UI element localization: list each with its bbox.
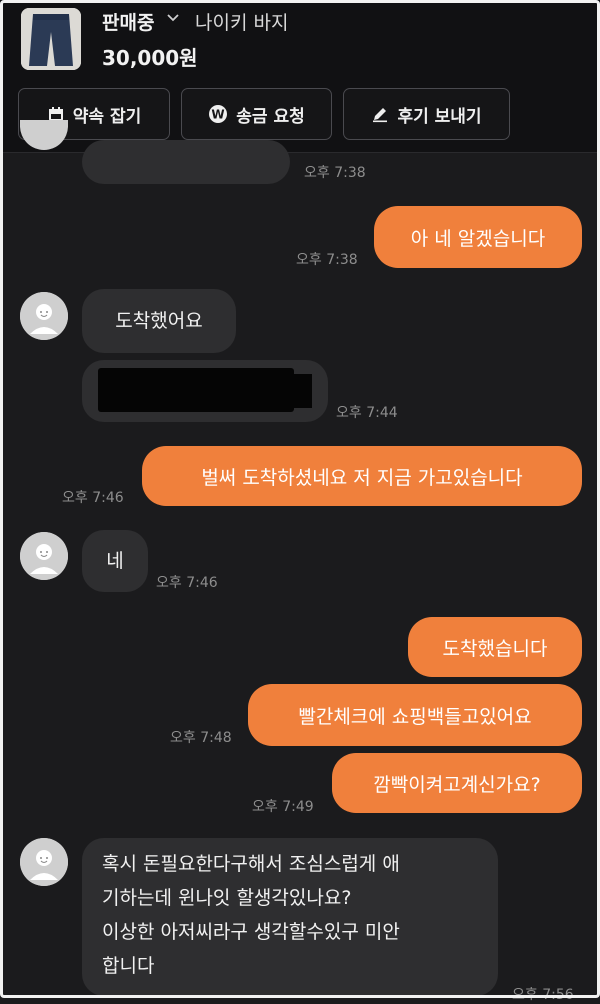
message-time: 오후 7:46 bbox=[156, 575, 218, 591]
message-line: 기하는데 윈나잇 할생각있나요? bbox=[102, 887, 352, 909]
chevron-down-icon[interactable] bbox=[166, 9, 180, 31]
outgoing-message-bubble: 빨간체크에 쇼핑백들고있어요 bbox=[248, 684, 582, 746]
request-payment-button[interactable]: W 송금 요청 bbox=[181, 88, 332, 140]
schedule-button-label: 약속 잡기 bbox=[72, 106, 142, 127]
incoming-message-bubble: 혹시 돈필요한다구해서 조심스럽게 애 기하는데 윈나잇 할생각있나요? 이상한… bbox=[82, 838, 498, 996]
message-time: 오후 7:48 bbox=[170, 730, 232, 746]
sale-status[interactable]: 판매중 bbox=[102, 8, 154, 35]
product-thumbnail[interactable] bbox=[21, 8, 81, 70]
message-line: 합니다 bbox=[102, 955, 155, 977]
avatar[interactable] bbox=[20, 292, 68, 340]
incoming-message-bubble bbox=[82, 140, 290, 184]
outgoing-message-bubble: 아 네 알겠습니다 bbox=[374, 206, 582, 268]
product-price: 30,000원 bbox=[102, 46, 198, 70]
pencil-icon bbox=[371, 105, 389, 123]
default-avatar-icon bbox=[20, 292, 68, 340]
avatar[interactable] bbox=[20, 532, 68, 580]
incoming-message-bubble: 네 bbox=[82, 530, 148, 592]
svg-text:W: W bbox=[212, 108, 225, 122]
send-review-label: 후기 보내기 bbox=[397, 106, 482, 127]
default-avatar-icon bbox=[20, 532, 68, 580]
message-time: 오후 7:44 bbox=[336, 405, 398, 421]
pants-image bbox=[21, 8, 81, 70]
avatar[interactable] bbox=[20, 838, 68, 886]
outgoing-message-bubble: 깜빡이켜고계신가요? bbox=[332, 753, 582, 813]
outgoing-message-bubble: 벌써 도착하셨네요 저 지금 가고있습니다 bbox=[142, 446, 582, 506]
chat-header: 판매중 나이키 바지 30,000원 약속 잡기 W 송금 요청 후기 보내기 bbox=[0, 0, 600, 153]
incoming-message-bubble bbox=[82, 360, 328, 422]
message-time: 오후 7:46 bbox=[62, 490, 124, 506]
message-time: 오후 7:38 bbox=[296, 252, 358, 268]
message-time: 오후 7:38 bbox=[304, 165, 366, 181]
send-review-button[interactable]: 후기 보내기 bbox=[343, 88, 510, 140]
redaction-mark bbox=[288, 374, 312, 408]
request-payment-label: 송금 요청 bbox=[236, 106, 305, 127]
message-line: 이상한 아저씨라구 생각할수있구 미안 bbox=[102, 921, 400, 943]
message-line: 혹시 돈필요한다구해서 조심스럽게 애 bbox=[102, 853, 400, 875]
message-time: 오후 7:56 bbox=[512, 987, 574, 1003]
redaction-mark bbox=[98, 368, 294, 412]
outgoing-message-bubble: 도착했습니다 bbox=[408, 617, 582, 677]
incoming-message-bubble: 도착했어요 bbox=[82, 289, 236, 353]
won-coin-icon: W bbox=[208, 104, 228, 124]
message-time: 오후 7:49 bbox=[252, 799, 314, 815]
default-avatar-icon bbox=[20, 838, 68, 886]
product-title: 나이키 바지 bbox=[195, 12, 289, 34]
